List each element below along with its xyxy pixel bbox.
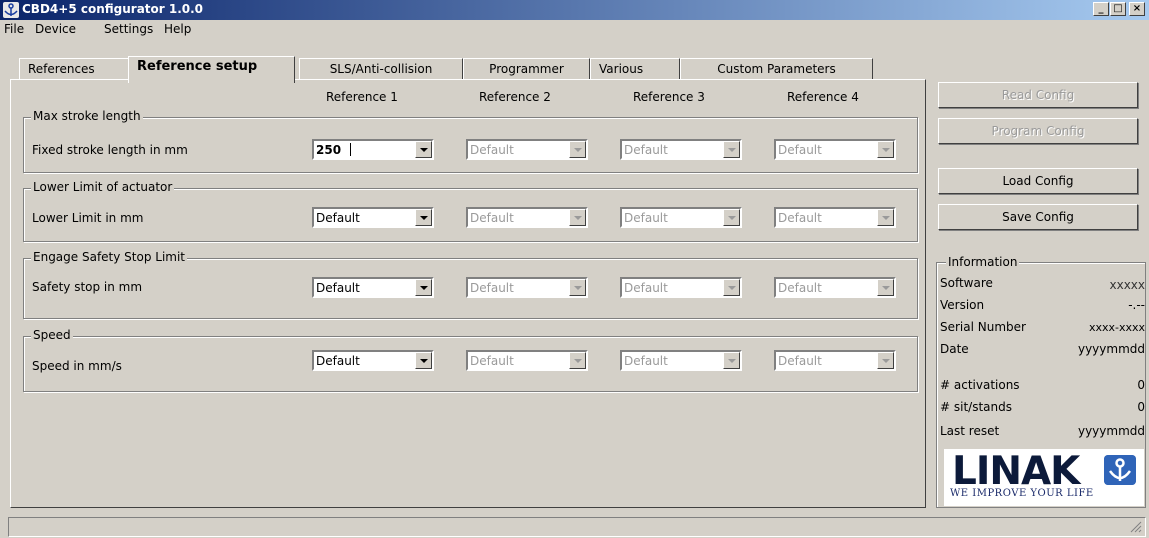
menu-file[interactable]: File: [4, 22, 24, 36]
info-label-serial: Serial Number: [940, 320, 1026, 334]
safety-stop-ref2-combo[interactable]: Default: [466, 277, 588, 298]
info-label-last-reset: Last reset: [940, 424, 1000, 438]
chevron-down-icon[interactable]: [723, 209, 740, 226]
stroke-ref1-combo[interactable]: 250: [312, 139, 434, 160]
column-reference-3: Reference 3: [633, 90, 705, 104]
chevron-down-icon[interactable]: [569, 279, 586, 296]
column-reference-4: Reference 4: [787, 90, 859, 104]
chevron-down-icon[interactable]: [877, 352, 894, 369]
lower-limit-ref1-combo[interactable]: Default: [312, 207, 434, 228]
stroke-ref2-combo[interactable]: Default: [466, 139, 588, 160]
info-value-date: yyyymmdd: [1077, 342, 1145, 356]
chevron-down-icon[interactable]: [877, 209, 894, 226]
group-title: Speed: [31, 328, 73, 342]
lower-limit-ref3-combo[interactable]: Default: [620, 207, 742, 228]
tab-custom-parameters[interactable]: Custom Parameters: [680, 58, 873, 80]
chevron-down-icon[interactable]: [723, 352, 740, 369]
info-value-activations: 0: [1137, 378, 1145, 392]
info-value-sit-stands: 0: [1137, 400, 1145, 414]
stroke-ref4-combo[interactable]: Default: [774, 139, 896, 160]
speed-ref1-combo[interactable]: Default: [312, 350, 434, 371]
info-label-date: Date: [940, 342, 969, 356]
linak-mark-icon: [1104, 455, 1136, 485]
info-value-serial: xxxx-xxxx: [1088, 321, 1145, 334]
chevron-down-icon[interactable]: [569, 352, 586, 369]
maximize-button[interactable]: □: [1110, 2, 1126, 16]
speed-ref4-combo[interactable]: Default: [774, 350, 896, 371]
stroke-ref3-combo[interactable]: Default: [620, 139, 742, 160]
column-reference-2: Reference 2: [479, 90, 551, 104]
lower-limit-ref2-combo[interactable]: Default: [466, 207, 588, 228]
status-bar: [8, 517, 1146, 537]
safety-stop-ref3-combo[interactable]: Default: [620, 277, 742, 298]
row-label: Safety stop in mm: [32, 280, 143, 294]
logo-tagline: WE IMPROVE YOUR LIFE: [950, 488, 1094, 499]
info-label-sit-stands: # sit/stands: [940, 400, 1012, 414]
menu-bar: File Device Settings Help: [0, 20, 1149, 38]
chevron-down-icon[interactable]: [877, 141, 894, 158]
info-value-last-reset: yyyymmdd: [1077, 424, 1145, 438]
speed-ref3-combo[interactable]: Default: [620, 350, 742, 371]
chevron-down-icon[interactable]: [877, 279, 894, 296]
logo-wordmark: LINAK: [952, 449, 1080, 494]
chevron-down-icon[interactable]: [415, 141, 432, 158]
chevron-down-icon[interactable]: [569, 209, 586, 226]
chevron-down-icon[interactable]: [415, 352, 432, 369]
close-button[interactable]: ×: [1129, 2, 1145, 16]
safety-stop-ref4-combo[interactable]: Default: [774, 277, 896, 298]
save-config-button[interactable]: Save Config: [938, 204, 1138, 230]
chevron-down-icon[interactable]: [723, 141, 740, 158]
app-window: CBD4+5 configurator 1.0.0 _ □ × File Dev…: [0, 0, 1149, 538]
info-value-version: -.--: [1128, 298, 1145, 312]
row-label: Fixed stroke length in mm: [32, 143, 188, 157]
tab-sls-anti-collision[interactable]: SLS/Anti-collision: [299, 58, 463, 80]
chevron-down-icon[interactable]: [569, 141, 586, 158]
tab-programmer[interactable]: Programmer: [463, 58, 590, 80]
chevron-down-icon[interactable]: [723, 279, 740, 296]
program-config-button[interactable]: Program Config: [938, 118, 1138, 144]
information-title: Information: [946, 255, 1020, 269]
group-title: Lower Limit of actuator: [31, 180, 175, 194]
info-label-activations: # activations: [940, 378, 1020, 392]
info-label-version: Version: [940, 298, 985, 312]
load-config-button[interactable]: Load Config: [938, 168, 1138, 194]
linak-app-icon: [3, 2, 19, 18]
menu-device[interactable]: Device: [35, 22, 76, 36]
column-reference-1: Reference 1: [326, 90, 398, 104]
group-title: Engage Safety Stop Limit: [31, 250, 188, 264]
minimize-button[interactable]: _: [1093, 2, 1109, 16]
row-label: Speed in mm/s: [32, 359, 122, 373]
group-title: Max stroke length: [31, 109, 143, 123]
menu-settings[interactable]: Settings: [104, 22, 153, 36]
tab-reference-setup[interactable]: Reference setup: [128, 56, 295, 83]
row-label: Lower Limit in mm: [32, 211, 144, 225]
info-value-software: xxxxx: [1109, 278, 1145, 292]
window-title: CBD4+5 configurator 1.0.0: [22, 2, 204, 16]
safety-stop-ref1-combo[interactable]: Default: [312, 277, 434, 298]
resize-grip-icon[interactable]: [1130, 521, 1142, 533]
speed-ref2-combo[interactable]: Default: [466, 350, 588, 371]
lower-limit-ref4-combo[interactable]: Default: [774, 207, 896, 228]
linak-logo: LINAK WE IMPROVE YOUR LIFE: [944, 449, 1144, 506]
info-label-software: Software: [940, 276, 993, 290]
menu-help[interactable]: Help: [164, 22, 191, 36]
read-config-button[interactable]: Read Config: [938, 82, 1138, 108]
tab-various[interactable]: Various: [590, 58, 680, 80]
chevron-down-icon[interactable]: [415, 279, 432, 296]
chevron-down-icon[interactable]: [415, 209, 432, 226]
tab-references[interactable]: References: [19, 58, 129, 80]
title-bar[interactable]: CBD4+5 configurator 1.0.0 _ □ ×: [0, 0, 1149, 20]
